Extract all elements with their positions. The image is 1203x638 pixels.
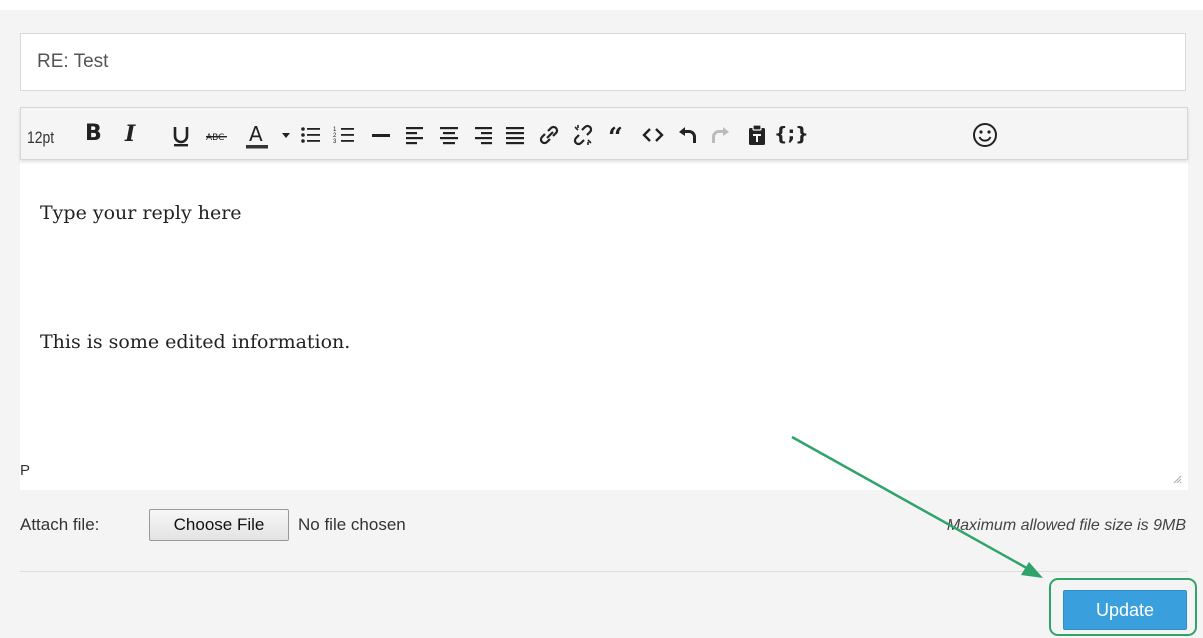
editor-toolbar: 12pt B I ABC A 123 “ {;} [20, 107, 1188, 160]
redo-button[interactable] [707, 120, 735, 150]
code-sample-button[interactable]: {;} [774, 119, 809, 149]
horizontal-rule-button[interactable] [367, 120, 395, 150]
bold-icon: B [85, 121, 102, 146]
file-status: No file chosen [298, 515, 406, 534]
svg-text:3: 3 [333, 139, 337, 145]
divider [20, 571, 1188, 572]
unlink-icon [573, 124, 593, 146]
rich-text-editor[interactable]: 12pt B I ABC A 123 “ {;} Type your reply… [20, 107, 1188, 490]
italic-button[interactable]: I [125, 119, 135, 149]
update-button[interactable]: Update [1063, 590, 1187, 630]
emoticons-button[interactable] [971, 120, 999, 150]
text-color-icon: A [246, 122, 268, 149]
attach-file-label: Attach file: [20, 515, 100, 534]
italic-icon: I [125, 121, 136, 147]
font-size-select[interactable]: 12pt [27, 128, 54, 148]
svg-text:“: “ [608, 123, 623, 150]
bold-button[interactable]: B [85, 119, 102, 149]
align-left-button[interactable] [401, 120, 429, 150]
paste-button[interactable] [743, 120, 771, 150]
undo-icon [679, 127, 696, 143]
svg-text:A: A [249, 122, 263, 146]
align-right-icon [475, 127, 492, 145]
choose-file-button[interactable]: Choose File [149, 509, 289, 541]
subject-input[interactable] [20, 33, 1186, 91]
quote-icon: “ [608, 123, 623, 150]
bullet-list-icon [301, 127, 320, 143]
bullet-list-button[interactable] [297, 120, 325, 150]
strikethrough-icon: ABC [206, 133, 227, 143]
element-path: P [20, 462, 31, 479]
body-line: This is some edited information. [40, 331, 351, 353]
undo-button[interactable] [673, 120, 701, 150]
horizontal-rule-icon [372, 134, 390, 137]
align-right-button[interactable] [469, 120, 497, 150]
source-code-button[interactable] [639, 120, 667, 150]
link-button[interactable] [535, 120, 563, 150]
align-justify-icon [506, 127, 524, 145]
redo-icon [712, 127, 729, 143]
smiley-icon [973, 123, 997, 147]
underline-icon [173, 127, 189, 147]
unlink-button[interactable] [569, 120, 597, 150]
numbered-list-icon: 123 [333, 127, 354, 145]
top-strip [0, 0, 1203, 10]
underline-button[interactable] [167, 120, 195, 150]
align-center-button[interactable] [435, 120, 463, 150]
caret-down-icon [282, 133, 290, 138]
svg-text:ABC: ABC [206, 133, 224, 143]
numbered-list-button[interactable]: 123 [331, 120, 359, 150]
text-color-button[interactable]: A [243, 120, 271, 150]
align-left-icon [406, 127, 423, 145]
resize-handle-icon[interactable] [1172, 474, 1182, 484]
align-justify-button[interactable] [501, 120, 529, 150]
text-color-dropdown[interactable] [279, 120, 293, 150]
link-icon [539, 125, 559, 145]
code-icon [642, 128, 664, 142]
placeholder-line: Type your reply here [40, 202, 242, 224]
align-center-icon [440, 127, 458, 145]
max-file-size-note: Maximum allowed file size is 9MB [946, 517, 1186, 534]
blockquote-button[interactable]: “ [605, 120, 633, 150]
clipboard-icon [749, 124, 765, 145]
strikethrough-button[interactable]: ABC [203, 120, 231, 150]
code-braces-icon: {;} [774, 123, 809, 145]
